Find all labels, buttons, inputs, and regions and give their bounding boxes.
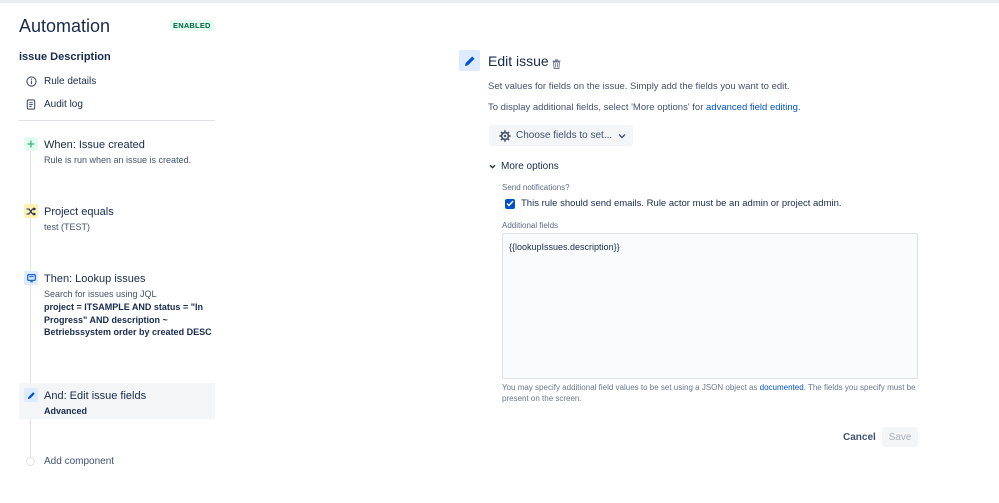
- top-border: [0, 0, 999, 3]
- plus-icon: [24, 137, 38, 151]
- pencil-icon: [24, 388, 38, 402]
- choose-fields-button[interactable]: Choose fields to set...: [489, 125, 633, 146]
- trash-icon[interactable]: [552, 56, 561, 74]
- save-button[interactable]: Save: [882, 427, 918, 447]
- send-emails-option: This rule should send emails. Rule actor…: [505, 198, 842, 209]
- advanced-field-editing-link[interactable]: advanced field editing: [706, 102, 798, 113]
- step-description: Rule is run when an issue is created.: [44, 155, 192, 165]
- step-description: Search for issues using JQL: [44, 289, 157, 299]
- choose-fields-label: Choose fields to set...: [516, 130, 613, 141]
- edit-issue-icon: [459, 50, 480, 71]
- step-title: Project equals: [44, 206, 114, 218]
- add-component-link[interactable]: Add component: [44, 456, 114, 467]
- send-emails-checkbox[interactable]: [505, 198, 515, 209]
- documented-link[interactable]: documented: [760, 383, 804, 392]
- sidebar-divider: [19, 120, 215, 121]
- add-component-dot: [26, 457, 35, 466]
- info-icon: [25, 75, 37, 87]
- additional-fields-input[interactable]: {{lookupIssues.description}}: [502, 233, 918, 379]
- step-description: test (TEST): [44, 222, 91, 232]
- step-lookup-issues[interactable]: Then: Lookup issues Search for issues us…: [19, 270, 215, 352]
- help-text: You may specify additional field values …: [502, 383, 758, 392]
- step-jql-query: project = ITSAMPLE AND status = "In Prog…: [44, 302, 212, 337]
- more-options-toggle[interactable]: More options: [489, 161, 559, 172]
- step-description: Advanced: [44, 406, 88, 416]
- sidebar-link-label: Rule details: [44, 75, 97, 87]
- additional-info-suffix: .: [797, 102, 801, 113]
- cancel-button[interactable]: Cancel: [838, 427, 881, 447]
- sidebar-link-audit-log[interactable]: Audit log: [25, 97, 83, 111]
- chevron-down-icon: [489, 164, 496, 169]
- gear-icon: [499, 129, 511, 142]
- additional-fields-help: You may specify additional field values …: [502, 382, 922, 404]
- rule-name: issue Description: [19, 51, 111, 63]
- sidebar-link-label: Audit log: [44, 98, 83, 110]
- editor-additional-info: To display additional fields, select 'Mo…: [488, 102, 801, 113]
- step-title: And: Edit issue fields: [44, 390, 147, 402]
- editor-description: Set values for fields on the issue. Simp…: [488, 81, 790, 92]
- page-title: Automation: [19, 16, 111, 36]
- step-title: When: Issue created: [44, 139, 145, 151]
- lookup-icon: [24, 271, 38, 285]
- more-options-label: More options: [501, 161, 559, 172]
- chevron-down-icon: [618, 133, 626, 139]
- additional-fields-label: Additional fields: [502, 221, 559, 230]
- additional-info-text: To display additional fields, select 'Mo…: [488, 102, 704, 113]
- step-edit-issue-fields[interactable]: And: Edit issue fields Advanced: [19, 383, 215, 419]
- sidebar-link-rule-details[interactable]: Rule details: [25, 74, 96, 88]
- step-title: Then: Lookup issues: [44, 273, 146, 285]
- audit-log-icon: [25, 98, 37, 110]
- editor-title: Edit issue: [488, 53, 549, 69]
- send-emails-checkbox-label: This rule should send emails. Rule actor…: [521, 198, 842, 209]
- shuffle-icon: [24, 204, 38, 218]
- step-when-issue-created[interactable]: When: Issue created Rule is run when an …: [19, 136, 215, 170]
- step-project-equals[interactable]: Project equals test (TEST): [19, 203, 215, 237]
- status-badge: ENABLED: [170, 20, 214, 31]
- send-notifications-label: Send notifications?: [502, 183, 570, 192]
